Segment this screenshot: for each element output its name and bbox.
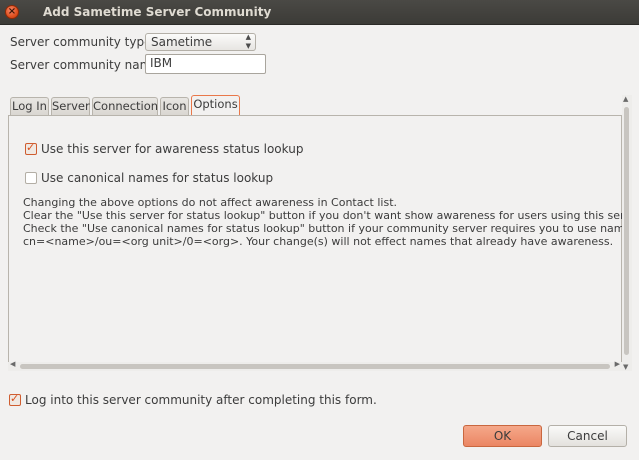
vertical-scrollbar[interactable]: ▲ ▼ — [622, 95, 632, 371]
description-line: Changing the above options do not affect… — [23, 196, 397, 209]
community-type-value: Sametime — [151, 35, 213, 49]
check-icon: ✓ — [26, 141, 36, 154]
scroll-down-icon[interactable]: ▼ — [623, 363, 628, 371]
awareness-checkbox[interactable]: ✓ — [25, 141, 37, 155]
horizontal-scroll-thumb[interactable] — [20, 364, 610, 369]
scroll-up-icon[interactable]: ▲ — [623, 95, 628, 103]
community-name-input[interactable] — [146, 55, 264, 71]
scroll-right-icon[interactable]: ▶ — [615, 360, 620, 368]
close-icon[interactable]: × — [5, 5, 19, 19]
check-icon: ✓ — [10, 392, 20, 405]
tab-connection[interactable]: Connection — [92, 97, 158, 115]
vertical-scroll-thumb[interactable] — [624, 107, 629, 355]
tab-icon[interactable]: Icon — [160, 97, 189, 115]
description-line: Check the "Use canonical names for statu… — [23, 222, 623, 235]
login-after-checkbox[interactable]: ✓ — [9, 392, 21, 406]
horizontal-scrollbar[interactable]: ◀ ▶ — [8, 360, 622, 371]
community-name-field-wrap — [145, 54, 266, 74]
cancel-button[interactable]: Cancel — [548, 425, 627, 447]
tab-log-in[interactable]: Log In — [10, 97, 49, 115]
updown-arrows-icon: ▲ ▼ — [245, 33, 251, 50]
ok-button[interactable]: OK — [463, 425, 542, 447]
canonical-names-checkbox[interactable] — [25, 172, 37, 184]
options-description: Changing the above options do not affect… — [23, 196, 623, 248]
dialog-window: × Add Sametime Server Community Server c… — [0, 0, 639, 460]
description-line: Clear the "Use this server for status lo… — [23, 209, 623, 222]
scroll-left-icon[interactable]: ◀ — [10, 360, 15, 368]
window-title: Add Sametime Server Community — [43, 5, 272, 19]
awareness-label: Use this server for awareness status loo… — [41, 142, 304, 156]
description-line: cn=<name>/ou=<org unit>/0=<org>. Your ch… — [23, 235, 614, 248]
tab-server[interactable]: Server — [51, 97, 90, 115]
community-type-combo[interactable]: Sametime ▲ ▼ — [145, 33, 256, 51]
login-after-label: Log into this server community after com… — [25, 393, 377, 407]
community-type-label: Server community type: — [10, 35, 156, 49]
community-name-label: Server community name: — [10, 58, 163, 72]
canonical-names-label: Use canonical names for status lookup — [41, 171, 274, 185]
tab-options[interactable]: Options — [191, 95, 240, 116]
title-bar: × Add Sametime Server Community — [0, 0, 639, 25]
